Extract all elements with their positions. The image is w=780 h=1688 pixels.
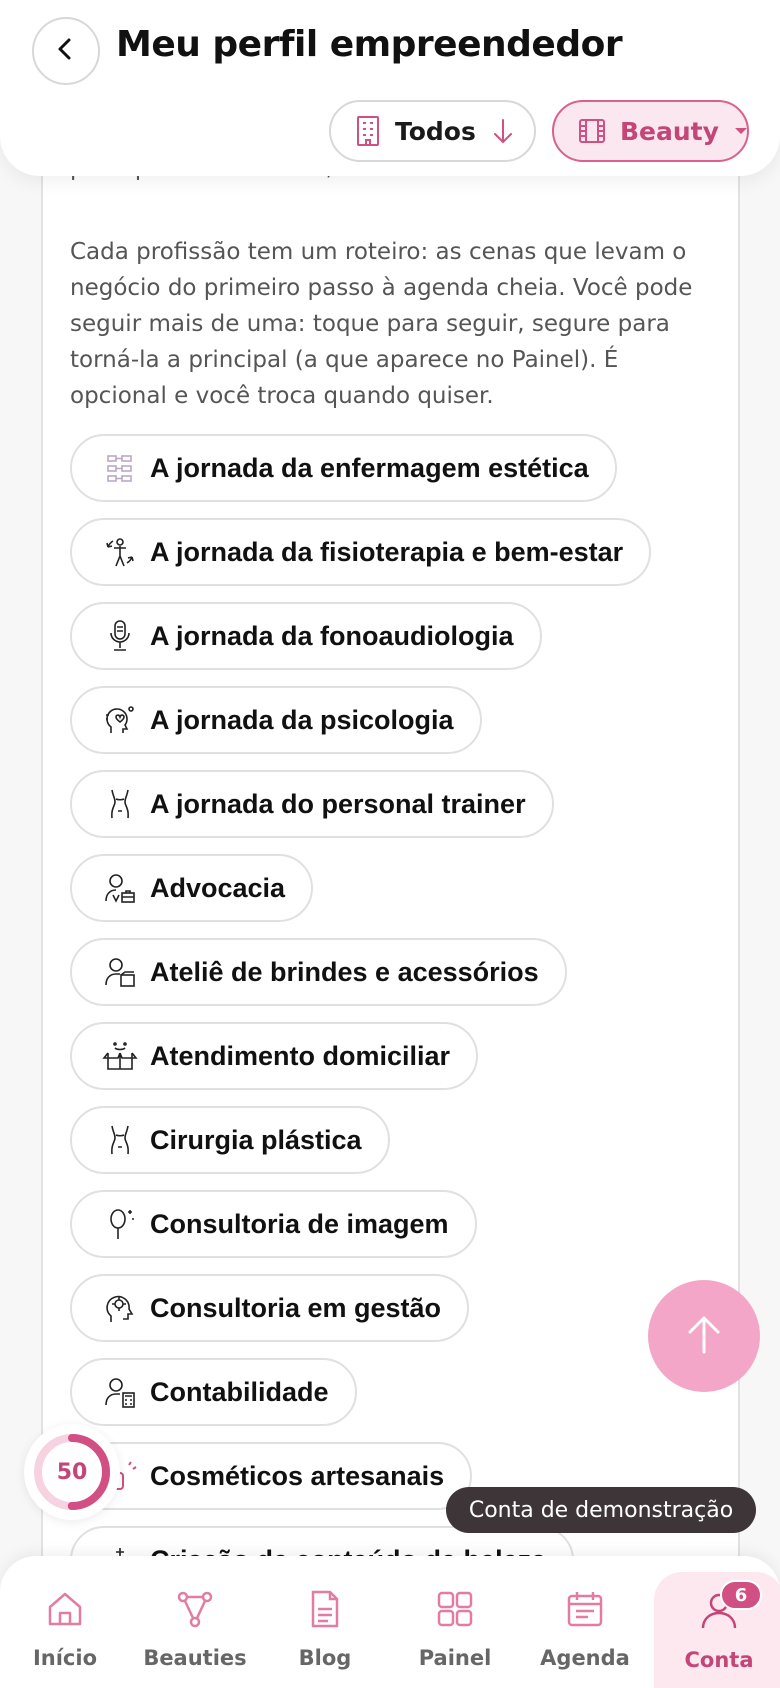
calendar-icon <box>562 1586 608 1632</box>
profession-chip-label: Consultoria de imagem <box>150 1208 449 1239</box>
profession-chip-label: Contabilidade <box>150 1376 329 1407</box>
profession-chip-label: A jornada da enfermagem estética <box>150 452 589 483</box>
nav-item-conta[interactable]: Conta 6 <box>654 1572 780 1688</box>
chevron-left-icon <box>52 35 80 68</box>
microphone-icon <box>102 618 138 654</box>
head-gear-icon <box>102 1290 138 1326</box>
grid-icon <box>432 1586 478 1632</box>
profession-chip[interactable]: A jornada da fisioterapia e bem-estar <box>70 518 652 586</box>
home-icon <box>42 1586 88 1632</box>
torso-icon <box>102 786 138 822</box>
profession-chip[interactable]: Advocacia <box>70 854 314 922</box>
open-box-icon <box>102 1038 138 1074</box>
document-icon <box>302 1586 348 1632</box>
profession-chip-label: Consultoria em gestão <box>150 1292 442 1323</box>
filter-all-label: Todos <box>395 116 476 146</box>
profession-chip[interactable]: Cirurgia plástica <box>70 1106 390 1174</box>
lawyer-icon <box>102 870 138 906</box>
person-box-icon <box>102 954 138 990</box>
nav-label: Agenda <box>540 1646 630 1670</box>
profession-chip[interactable]: Contabilidade <box>70 1358 357 1426</box>
profession-chip-label: Advocacia <box>150 872 286 903</box>
profession-chip-label: Cirurgia plástica <box>150 1124 362 1155</box>
profession-chip[interactable]: A jornada da enfermagem estética <box>70 434 617 502</box>
top-header: Meu perfil empreendedor Todos Beauty <box>0 0 780 176</box>
nav-label: Painel <box>418 1646 492 1670</box>
bottom-navigation: Início Beauties Blog Painel Agenda Conta… <box>0 1556 780 1688</box>
profession-chip-label: Atendimento domiciliar <box>150 1040 451 1071</box>
profession-chip[interactable]: A jornada da fonoaudiologia <box>70 602 542 670</box>
profession-chip[interactable]: Atendimento domiciliar <box>70 1022 479 1090</box>
profession-chip-label: A jornada do personal trainer <box>150 788 526 819</box>
profession-chip[interactable]: Consultoria de imagem <box>70 1190 477 1258</box>
profession-chip[interactable]: Cosméticos artesanais <box>70 1442 473 1510</box>
profession-chip-label: A jornada da fonoaudiologia <box>150 620 514 651</box>
nav-label: Conta <box>684 1648 754 1672</box>
body-rotation-icon <box>102 534 138 570</box>
nav-item-agenda[interactable]: Agenda <box>520 1556 650 1688</box>
film-strip-icon <box>578 118 606 144</box>
nav-item-inicio[interactable]: Início <box>0 1556 130 1688</box>
scroll-to-top-button[interactable] <box>648 1280 760 1392</box>
page-title: Meu perfil empreendedor <box>116 24 623 65</box>
arrow-up-icon <box>684 1312 724 1361</box>
nav-label: Início <box>32 1646 98 1670</box>
nav-item-blog[interactable]: Blog <box>260 1556 390 1688</box>
profession-chip[interactable]: Consultoria em gestão <box>70 1274 470 1342</box>
filter-category-label: Beauty <box>620 116 719 146</box>
nav-label: Blog <box>298 1646 352 1670</box>
progress-value: 50 <box>56 1459 88 1485</box>
back-button[interactable] <box>32 17 100 85</box>
nav-label: Beauties <box>143 1646 247 1670</box>
flowchart-icon <box>102 450 138 486</box>
person-calculator-icon <box>102 1374 138 1410</box>
caret-down-icon <box>733 126 749 136</box>
profession-chip-label: A jornada da fisioterapia e bem-estar <box>150 536 624 567</box>
building-icon <box>355 115 381 147</box>
arrow-down-icon <box>490 117 516 145</box>
nav-item-beauties[interactable]: Beauties <box>130 1556 260 1688</box>
profession-chip-label: Ateliê de brindes e acessórios <box>150 956 539 987</box>
filter-category-button[interactable]: Beauty <box>552 100 749 162</box>
filter-all-button[interactable]: Todos <box>329 100 536 162</box>
profession-chip-label: Cosméticos artesanais <box>150 1460 445 1491</box>
network-icon <box>172 1586 218 1632</box>
profession-chip-label: A jornada da psicologia <box>150 704 454 735</box>
profession-chip[interactable]: A jornada da psicologia <box>70 686 482 754</box>
mirror-icon <box>102 1206 138 1242</box>
intro-paragraph: Cada profissão tem um roteiro: as cenas … <box>70 239 693 409</box>
demo-account-pill: Conta de demonstração <box>446 1487 756 1533</box>
nav-item-painel[interactable]: Painel <box>390 1556 520 1688</box>
profile-progress-ring[interactable]: 50 <box>24 1424 120 1520</box>
profession-chip[interactable]: Ateliê de brindes e acessórios <box>70 938 567 1006</box>
account-notification-badge: 6 <box>720 1580 762 1610</box>
profession-chip[interactable]: A jornada do personal trainer <box>70 770 554 838</box>
torso-icon <box>102 1122 138 1158</box>
head-heart-icon <box>102 702 138 738</box>
